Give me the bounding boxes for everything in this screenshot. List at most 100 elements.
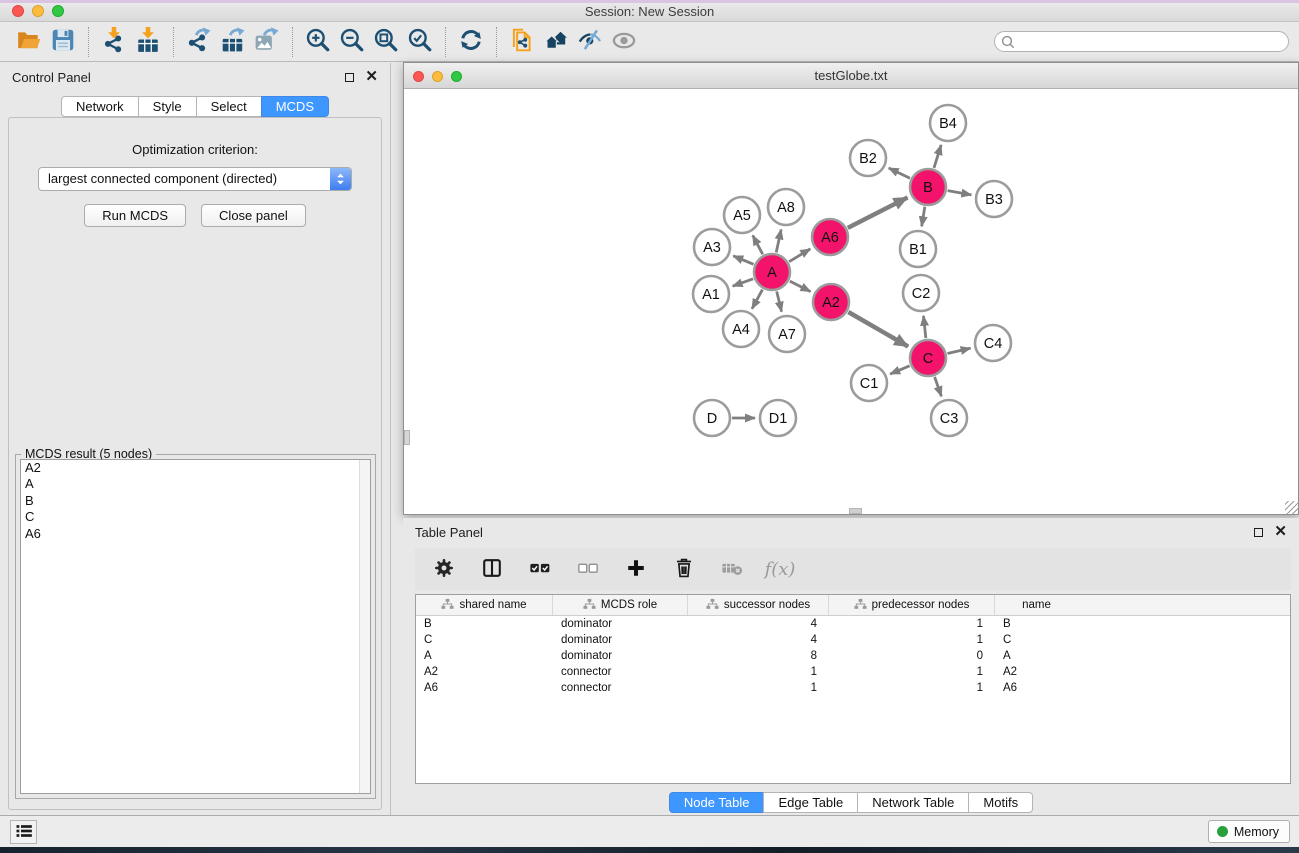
zoom-fit-button[interactable]	[369, 25, 403, 59]
close-table-panel-icon[interactable]: ✕	[1274, 527, 1287, 537]
export-table-button[interactable]	[216, 25, 250, 59]
graph-edge-A-A6[interactable]	[789, 249, 810, 262]
graph-edge-A-A1[interactable]	[733, 279, 754, 286]
graph-edge-A-A5[interactable]	[753, 235, 763, 254]
graph-edge-C-C4[interactable]	[947, 348, 970, 353]
tab-select[interactable]: Select	[196, 96, 262, 117]
tab-style[interactable]: Style	[138, 96, 197, 117]
task-history-button[interactable]	[10, 820, 37, 844]
network-close-button[interactable]	[413, 71, 424, 82]
zoom-window-button[interactable]	[52, 5, 64, 17]
network-graph[interactable]: AA1A2A3A4A5A6A7A8BB1B2B3B4CC1C2C3C4DD1	[404, 89, 1298, 514]
graph-node-A3[interactable]: A3	[694, 229, 730, 265]
table-row[interactable]: Cdominator41C	[416, 632, 1290, 648]
graph-node-A7[interactable]: A7	[769, 316, 805, 352]
graph-edge-A-A2[interactable]	[790, 281, 811, 292]
search-input[interactable]	[994, 31, 1289, 52]
close-panel-icon[interactable]: ✕	[365, 72, 378, 82]
graph-node-B3[interactable]: B3	[976, 181, 1012, 217]
float-panel-icon[interactable]	[345, 73, 354, 82]
mcds-result-item[interactable]: A	[21, 476, 370, 492]
table-settings-button[interactable]	[425, 552, 463, 586]
table-row[interactable]: Bdominator41B	[416, 616, 1290, 632]
save-session-button[interactable]	[46, 25, 80, 59]
import-network-button[interactable]	[97, 25, 131, 59]
show-graphics-details-button[interactable]	[607, 25, 641, 59]
graph-edge-B-B2[interactable]	[889, 168, 910, 178]
graph-node-A2[interactable]: A2	[813, 284, 849, 320]
column-header-shared-name[interactable]: shared name	[416, 595, 553, 615]
create-column-button[interactable]	[617, 552, 655, 586]
graph-edge-B-B4[interactable]	[934, 145, 941, 168]
graph-edge-C-C1[interactable]	[890, 366, 909, 374]
table-row[interactable]: Adominator80A	[416, 648, 1290, 664]
graph-node-A8[interactable]: A8	[768, 189, 804, 225]
graph-node-C2[interactable]: C2	[903, 275, 939, 311]
graph-node-A1[interactable]: A1	[693, 276, 729, 312]
graph-node-C1[interactable]: C1	[851, 365, 887, 401]
zoom-out-button[interactable]	[335, 25, 369, 59]
tab-network[interactable]: Network	[61, 96, 139, 117]
close-window-button[interactable]	[12, 5, 24, 17]
column-header-predecessor-nodes[interactable]: predecessor nodes	[829, 595, 995, 615]
deselect-all-button[interactable]	[569, 552, 607, 586]
import-table-button[interactable]	[131, 25, 165, 59]
vertical-scroll-thumb[interactable]	[404, 430, 410, 445]
network-zoom-button[interactable]	[451, 71, 462, 82]
network-window-titlebar[interactable]: testGlobe.txt	[404, 63, 1298, 89]
tab-node-table[interactable]: Node Table	[669, 792, 765, 813]
export-network-button[interactable]	[182, 25, 216, 59]
zoom-selected-button[interactable]	[403, 25, 437, 59]
memory-button[interactable]: Memory	[1208, 820, 1290, 843]
minimize-window-button[interactable]	[32, 5, 44, 17]
run-mcds-button[interactable]: Run MCDS	[84, 204, 186, 227]
graph-node-B1[interactable]: B1	[900, 231, 936, 267]
tab-network-table[interactable]: Network Table	[857, 792, 969, 813]
graph-node-D1[interactable]: D1	[760, 400, 796, 436]
graph-node-C3[interactable]: C3	[931, 400, 967, 436]
graph-node-D[interactable]: D	[694, 400, 730, 436]
graph-edge-A6-B[interactable]	[848, 197, 908, 227]
graph-edge-C-C2[interactable]	[923, 316, 925, 338]
graph-node-B2[interactable]: B2	[850, 140, 886, 176]
table-row[interactable]: A6connector11A6	[416, 680, 1290, 696]
column-visibility-button[interactable]	[473, 552, 511, 586]
column-header-successor-nodes[interactable]: successor nodes	[688, 595, 829, 615]
result-list-scrollbar[interactable]	[359, 460, 370, 793]
mcds-result-item[interactable]: A2	[21, 460, 370, 476]
graph-edge-C-C3[interactable]	[935, 377, 942, 396]
close-panel-button[interactable]: Close panel	[201, 204, 306, 227]
zoom-in-button[interactable]	[301, 25, 335, 59]
tab-motifs[interactable]: Motifs	[968, 792, 1033, 813]
open-file-button[interactable]	[12, 25, 46, 59]
graph-node-A6[interactable]: A6	[812, 219, 848, 255]
graph-node-C4[interactable]: C4	[975, 325, 1011, 361]
graph-edge-B-B1[interactable]	[922, 207, 925, 227]
window-resize-grip[interactable]	[1285, 501, 1298, 514]
graph-edge-A-A8[interactable]	[776, 229, 781, 252]
column-header-name[interactable]: name	[995, 595, 1078, 615]
graph-edge-A-A3[interactable]	[733, 256, 753, 264]
tab-edge-table[interactable]: Edge Table	[763, 792, 858, 813]
graph-edge-A-A4[interactable]	[752, 290, 762, 309]
open-session-from-file-button[interactable]	[505, 25, 539, 59]
delete-columns-button[interactable]	[665, 552, 703, 586]
export-image-button[interactable]	[250, 25, 284, 59]
hide-graphics-details-button[interactable]	[573, 25, 607, 59]
column-header-MCDS-role[interactable]: MCDS role	[553, 595, 688, 615]
graph-node-B4[interactable]: B4	[930, 105, 966, 141]
network-minimize-button[interactable]	[432, 71, 443, 82]
graph-node-A5[interactable]: A5	[724, 197, 760, 233]
select-all-button[interactable]	[521, 552, 559, 586]
graph-node-C[interactable]: C	[910, 340, 946, 376]
graph-edge-A2-C[interactable]	[848, 312, 908, 347]
network-canvas[interactable]: AA1A2A3A4A5A6A7A8BB1B2B3B4CC1C2C3C4DD1	[404, 89, 1298, 514]
graph-edge-A-A7[interactable]	[777, 291, 782, 311]
mcds-result-item[interactable]: C	[21, 509, 370, 525]
mcds-result-item[interactable]: A6	[21, 526, 370, 542]
graph-edge-B-B3[interactable]	[948, 191, 972, 195]
table-row[interactable]: A2connector11A2	[416, 664, 1290, 680]
graph-node-B[interactable]: B	[910, 169, 946, 205]
refresh-button[interactable]	[454, 25, 488, 59]
horizontal-scroll-thumb[interactable]	[849, 508, 862, 514]
